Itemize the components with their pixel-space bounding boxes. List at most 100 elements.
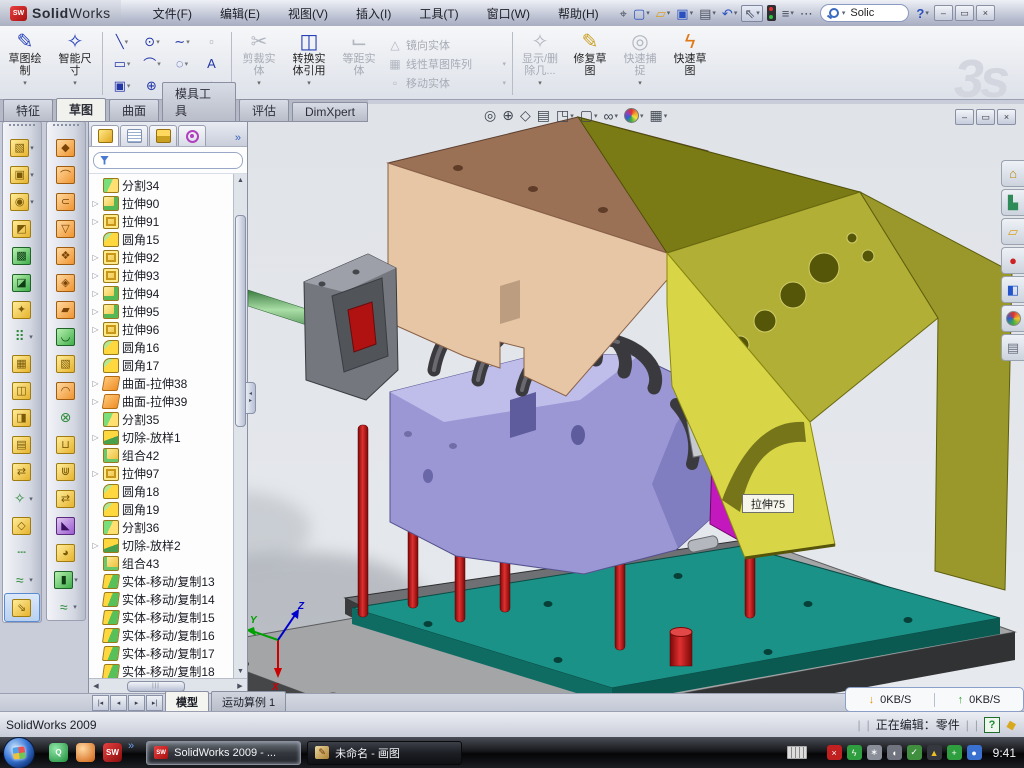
keyboard-layout-icon[interactable]	[787, 746, 807, 759]
panel-splitter-handle[interactable]: ◂▸	[245, 382, 256, 414]
surface-toolbar-button[interactable]: ⋓	[49, 458, 83, 485]
hide-show-icon[interactable]: ∞▾	[603, 108, 618, 124]
help-button[interactable]: ?▾	[914, 6, 930, 21]
feature-toolbar-button[interactable]: ◇	[5, 512, 39, 539]
expand-arrow-icon[interactable]: ▷	[91, 307, 100, 316]
surface-toolbar-button[interactable]: ⌒	[49, 161, 83, 188]
ribbon-right-button[interactable]: ϟ 快速草图	[665, 28, 715, 99]
search-input[interactable]	[848, 6, 900, 20]
tree-item[interactable]: 组合42	[89, 446, 233, 464]
filter-input[interactable]	[93, 152, 243, 169]
start-button[interactable]	[3, 737, 35, 768]
tree-vertical-scrollbar[interactable]: ▲ ▼	[233, 174, 247, 678]
tree-item[interactable]: ▷ 曲面-拉伸38	[89, 374, 233, 392]
menu-item[interactable]: 窗口(W)	[473, 1, 544, 26]
sketch-entity-button[interactable]: ∼▾	[167, 31, 197, 53]
tree-item[interactable]: 圆角19	[89, 500, 233, 518]
ribbon-big-button[interactable]: ✧ 智能尺寸 ▾	[50, 28, 100, 99]
feature-toolbar-button[interactable]: ┄	[5, 539, 39, 566]
tag-icon[interactable]: ◆	[1004, 715, 1018, 733]
home-icon[interactable]: ⌂	[1001, 160, 1024, 187]
ribbon-stack-button[interactable]: ▦ 线性草图阵列 ▾	[388, 56, 506, 72]
surface-toolbar-button[interactable]: ◆	[49, 134, 83, 161]
expand-arrow-icon[interactable]: ▷	[91, 397, 100, 406]
task-button-paint[interactable]: ✎ 未命名 - 画图	[307, 741, 462, 765]
volume-icon[interactable]: ◖	[887, 745, 902, 760]
zoom-fit-icon[interactable]: ◎	[484, 107, 496, 124]
ribbon-right-button[interactable]: ✧ 显示/删除几... ▾	[515, 28, 565, 99]
section-view-icon[interactable]: ▤	[537, 107, 550, 124]
ribbon-stack-button[interactable]: △ 镜向实体	[388, 37, 506, 53]
sketch-entity-button[interactable]: ⌒▾	[137, 53, 167, 75]
graphics-viewport[interactable]: X Y Z ◎ ⊕ ◇ ▤ ◳▾ ▢▾ ∞▾ ▾ ▦▾ – ▭ ×	[248, 104, 1024, 695]
menu-item[interactable]: 帮助(H)	[544, 1, 613, 26]
expand-arrow-icon[interactable]: ▷	[91, 199, 100, 208]
feature-toolbar-button[interactable]: ▧ ▾	[5, 134, 39, 161]
shield-lightning-icon[interactable]: ϟ	[847, 745, 862, 760]
quick-tips-icon[interactable]: ?	[984, 717, 1000, 733]
command-tab[interactable]: 曲面	[109, 99, 159, 121]
surface-toolbar-button[interactable]: ⊗	[49, 404, 83, 431]
surface-toolbar-button[interactable]: ◠	[49, 377, 83, 404]
feature-toolbar-button[interactable]: ◨	[5, 404, 39, 431]
tree-item[interactable]: 实体-移动/复制13	[89, 572, 233, 590]
doc-restore-button[interactable]: ▭	[976, 109, 995, 125]
command-tab[interactable]: 特征	[3, 99, 53, 121]
feature-toolbar-button[interactable]: ▦	[5, 350, 39, 377]
feature-toolbar-button[interactable]: ▣ ▾	[5, 161, 39, 188]
overflow-icon[interactable]: ⋯	[798, 6, 815, 21]
view-palette-icon[interactable]: ◧	[1001, 276, 1024, 303]
scene-icon[interactable]: ▦▾	[649, 107, 667, 124]
menu-item[interactable]: 文件(F)	[139, 1, 206, 26]
tree-item[interactable]: ▷ 拉伸94	[89, 284, 233, 302]
expand-arrow-icon[interactable]: ▷	[91, 433, 100, 442]
solidworks-quicklaunch-icon[interactable]: SW	[103, 743, 122, 762]
tree-item[interactable]: 分割36	[89, 518, 233, 536]
resources-icon[interactable]: ●	[1001, 247, 1024, 274]
command-tab[interactable]: 模具工具	[162, 82, 236, 121]
messenger-icon[interactable]: Q	[49, 743, 68, 762]
search-box[interactable]: ▾	[820, 4, 910, 22]
sketch-entity-button[interactable]: ▭▾	[107, 53, 137, 75]
feature-toolbar-button[interactable]: ⇄	[5, 458, 39, 485]
tree-item[interactable]: 实体-移动/复制17	[89, 644, 233, 662]
menu-item[interactable]: 编辑(E)	[206, 1, 274, 26]
ribbon-right-button[interactable]: ◎ 快速捕捉 ▾	[615, 28, 665, 99]
tree-item[interactable]: ▷ 拉伸95	[89, 302, 233, 320]
surface-toolbar-button[interactable]: ⊔	[49, 431, 83, 458]
network-speed-widget[interactable]: ↓0KB/S ↑0KB/S	[845, 687, 1024, 712]
tree-item[interactable]: ▷ 拉伸92	[89, 248, 233, 266]
undo-button[interactable]: ↶▾	[720, 6, 739, 21]
ribbon-big-button[interactable]: ✎ 草图绘制 ▾	[0, 28, 50, 99]
command-tab[interactable]: 评估	[239, 99, 289, 121]
command-tab[interactable]: 草图	[56, 98, 106, 121]
menu-item[interactable]: 工具(T)	[405, 1, 472, 26]
tab-nav-button[interactable]: ◂	[110, 695, 127, 711]
tree-item[interactable]: ▷ 拉伸97	[89, 464, 233, 482]
tree-item[interactable]: 圆角17	[89, 356, 233, 374]
feature-toolbar-button[interactable]: ⇘	[4, 593, 40, 622]
sketch-entity-button[interactable]: ⊙▾	[137, 31, 167, 53]
menu-item[interactable]: 视图(V)	[274, 1, 342, 26]
sketch-entity-button[interactable]: ╲▾	[107, 31, 137, 53]
rebuild-icon[interactable]	[767, 5, 776, 21]
sketch-entity-button[interactable]: ▫	[197, 31, 227, 53]
design-library-icon[interactable]: ▙	[1001, 189, 1024, 216]
surface-toolbar-button[interactable]: ≈ ▾	[49, 593, 83, 620]
toolbar-grip[interactable]	[53, 124, 79, 131]
command-tab[interactable]: DimXpert	[292, 102, 368, 121]
expand-arrow-icon[interactable]: ▷	[91, 325, 100, 334]
shield-plus-icon[interactable]: +	[947, 745, 962, 760]
feature-toolbar-button[interactable]: ▩	[5, 242, 39, 269]
expand-arrow-icon[interactable]: ▷	[91, 379, 100, 388]
chevron-down-icon[interactable]: ▾	[842, 9, 846, 17]
feature-manager-tab[interactable]	[91, 125, 119, 146]
surface-toolbar-button[interactable]: ▰	[49, 296, 83, 323]
zoom-area-icon[interactable]: ⊕	[502, 107, 514, 124]
surface-toolbar-button[interactable]: ▽	[49, 215, 83, 242]
tree-item[interactable]: 分割35	[89, 410, 233, 428]
network-warning-icon[interactable]: ▲	[927, 745, 942, 760]
doc-close-button[interactable]: ×	[997, 109, 1016, 125]
expand-arrow-icon[interactable]: ▷	[91, 469, 100, 478]
open-button[interactable]: ▱▾	[654, 6, 673, 21]
